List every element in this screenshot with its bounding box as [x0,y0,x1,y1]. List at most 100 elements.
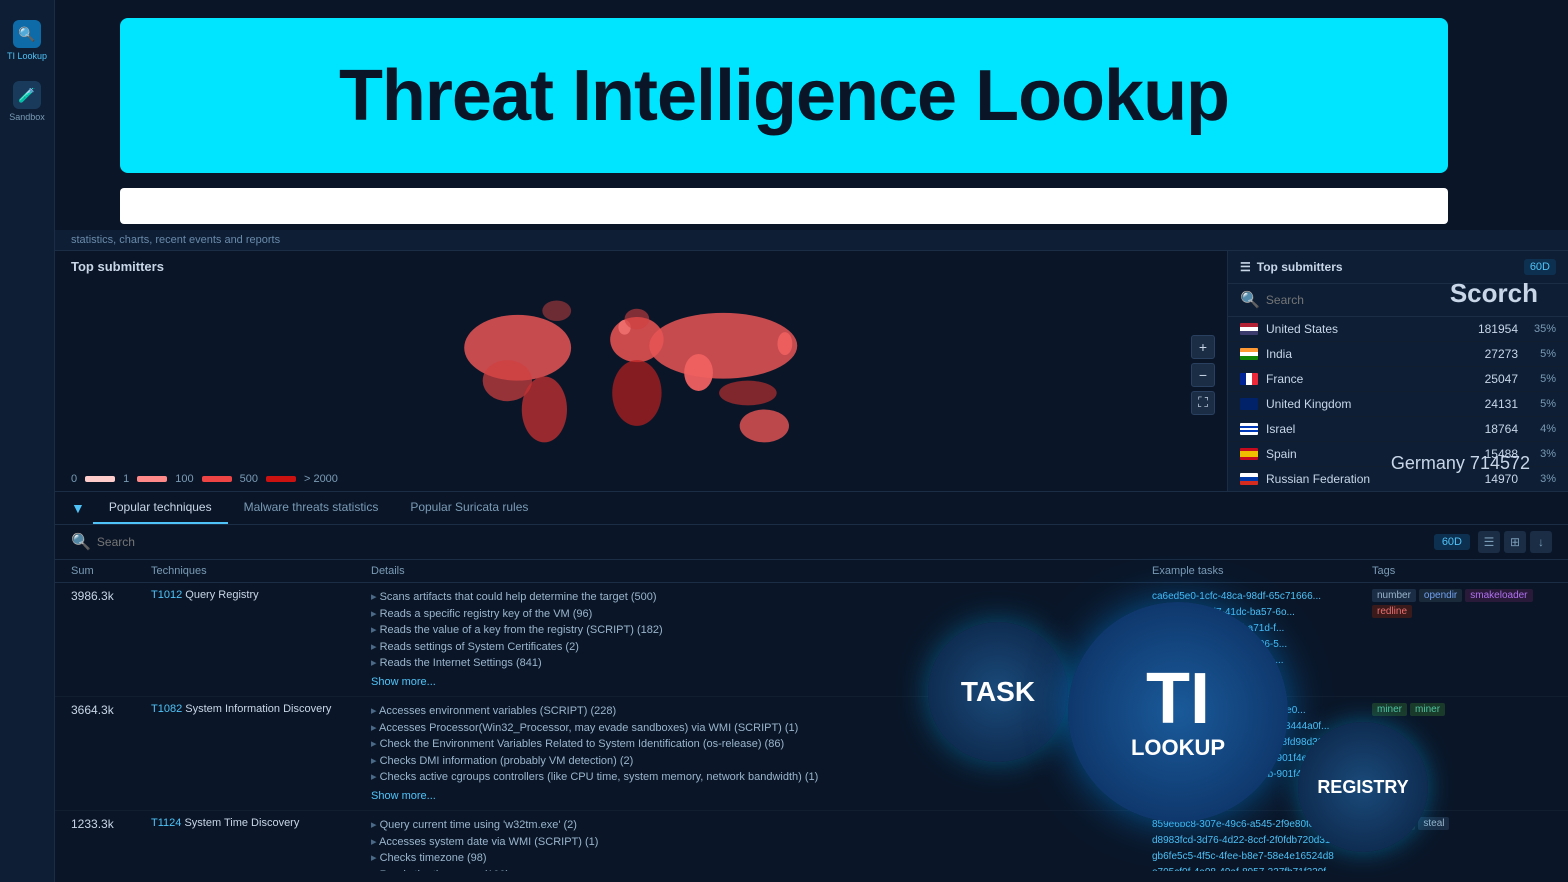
sidebar-item-sandbox-label: Sandbox [9,112,45,122]
tag-badge: opendir [1419,589,1462,602]
submitter-count: 25047 [1463,372,1518,386]
technique-id-link[interactable]: T1082 [151,703,182,715]
map-title: Top submitters [71,259,164,274]
tag-badge: miner [1372,703,1407,716]
tag-badge: steal [1418,817,1449,830]
technique-name: System Time Discovery [184,817,299,829]
map-area: + − ⛶ [55,282,1227,467]
show-more-link[interactable]: Show more... [371,788,1152,805]
zoom-out-button[interactable]: − [1191,363,1215,387]
detail-item: Checks active cgroups controllers (like … [371,769,1152,786]
submitter-pct: 3% [1526,473,1556,485]
flag-icon [1240,373,1258,385]
page-title: Threat Intelligence Lookup [339,55,1229,137]
submitters-period[interactable]: 60D [1524,259,1556,275]
sidebar-item-sandbox[interactable]: 🧪 Sandbox [0,71,54,132]
table-period-badge[interactable]: 60D [1434,534,1470,550]
tab-popular-techniques[interactable]: Popular techniques [93,492,228,524]
task-label: TASK [961,676,1035,708]
legend-label-1: 1 [123,473,129,485]
cell-technique: T1124 System Time Discovery [151,817,371,829]
col-sum: Sum [71,565,151,577]
detail-item: Reads a specific registry key of the VM … [371,606,1152,623]
technique-id-link[interactable]: T1012 [151,589,182,601]
fullscreen-button[interactable]: ⛶ [1191,391,1215,415]
table-search: 🔍 [71,532,1426,552]
tab-bar: ▼ Popular techniques Malware threats sta… [55,492,1568,525]
technique-name: Query Registry [185,589,258,601]
detail-item: Reads the time zone (100) [371,867,1152,872]
submitter-item: United Kingdom 24131 5% [1228,392,1568,417]
legend-label-4: > 2000 [304,473,338,485]
ti-lookup-icon: 🔍 [13,20,41,48]
technique-name: System Information Discovery [185,703,331,715]
col-tasks: Example tasks [1152,565,1372,577]
tag-badge: redline [1372,605,1412,618]
submitter-country: France [1266,372,1455,386]
map-header: Top submitters [55,251,1227,282]
flag-icon [1240,473,1258,485]
submitter-item: France 25047 5% [1228,367,1568,392]
tab-suricata-rules[interactable]: Popular Suricata rules [394,492,544,524]
search-container [120,188,1448,224]
detail-item: Accesses system date via WMI (SCRIPT) (1… [371,834,1152,851]
ti-lookup-ti-text: TI [1146,663,1210,735]
table-controls: 🔍 60D ☰ ⊞ ↓ [55,525,1568,560]
subtitle-bar: statistics, charts, recent events and re… [55,230,1568,251]
cell-tags: minerminer [1372,703,1552,716]
legend-label-3: 500 [240,473,258,485]
registry-label: REGISTRY [1317,777,1408,798]
registry-circle: REGISTRY [1298,722,1428,852]
flag-icon [1240,348,1258,360]
cell-sum: 1233.3k [71,817,151,831]
tab-malware-threats[interactable]: Malware threats statistics [228,492,395,524]
grid-view-button[interactable]: ⊞ [1504,531,1526,553]
table-row: 3986.3k T1012 Query Registry Scans artif… [55,583,1568,697]
submitter-count: 181954 [1463,322,1518,336]
cell-tags: numberopendirsmakeloaderredline [1372,589,1552,618]
legend-label-2: 100 [175,473,193,485]
tag-badge: smakeloader [1465,589,1532,602]
submitters-title-text: Top submitters [1257,260,1343,274]
zoom-in-button[interactable]: + [1191,335,1215,359]
tag-badge: miner [1410,703,1445,716]
view-icons: ☰ ⊞ ↓ [1478,531,1552,553]
flag-icon [1240,398,1258,410]
detail-item: Query current time using 'w32tm.exe' (2) [371,817,1152,834]
submitter-pct: 4% [1526,423,1556,435]
search-input[interactable] [120,188,1448,224]
detail-item: Checks timezone (98) [371,850,1152,867]
list-view-button[interactable]: ☰ [1478,531,1500,553]
subtitle-text: statistics, charts, recent events and re… [71,234,280,246]
sidebar-item-ti-lookup-label: TI Lookup [7,51,47,61]
cell-sum: 3664.3k [71,703,151,717]
sidebar: 🔍 TI Lookup 🧪 Sandbox [0,0,55,882]
tab-arrow[interactable]: ▼ [71,500,85,516]
map-panel: Top submitters [55,251,1228,491]
sandbox-icon: 🧪 [13,81,41,109]
map-legend: 0 1 100 500 > 2000 [55,467,1227,491]
submitters-title: ☰ Top submitters [1240,260,1343,274]
submitter-pct: 3% [1526,448,1556,460]
submitter-item: Israel 18764 4% [1228,417,1568,442]
cell-technique: T1082 System Information Discovery [151,703,371,715]
submitter-count: 14970 [1463,472,1518,486]
submitter-country: United Kingdom [1266,397,1455,411]
table-search-input[interactable] [97,535,252,549]
ti-lookup-word-text: LOOKUP [1131,735,1225,761]
submitter-count: 27273 [1463,347,1518,361]
germany-overlay: Germany 714572 [1391,453,1530,474]
task-link[interactable]: gb6fe5c5-4f5c-4fee-b8e7-58e4e16524d8 [1152,849,1372,865]
submitter-count: 24131 [1463,397,1518,411]
col-tags: Tags [1372,565,1552,577]
sidebar-item-ti-lookup[interactable]: 🔍 TI Lookup [0,10,54,71]
technique-id-link[interactable]: T1124 [151,817,181,829]
task-link[interactable]: e705cf0f-4a08-49af-8957-337fb71f229f [1152,865,1372,871]
download-button[interactable]: ↓ [1530,531,1552,553]
flag-icon [1240,448,1258,460]
submitter-pct: 5% [1526,348,1556,360]
submitter-country: India [1266,347,1455,361]
detail-item: Scans artifacts that could help determin… [371,589,1152,606]
detail-item: Checks DMI information (probably VM dete… [371,753,1152,770]
search-icon: 🔍 [1240,290,1260,310]
